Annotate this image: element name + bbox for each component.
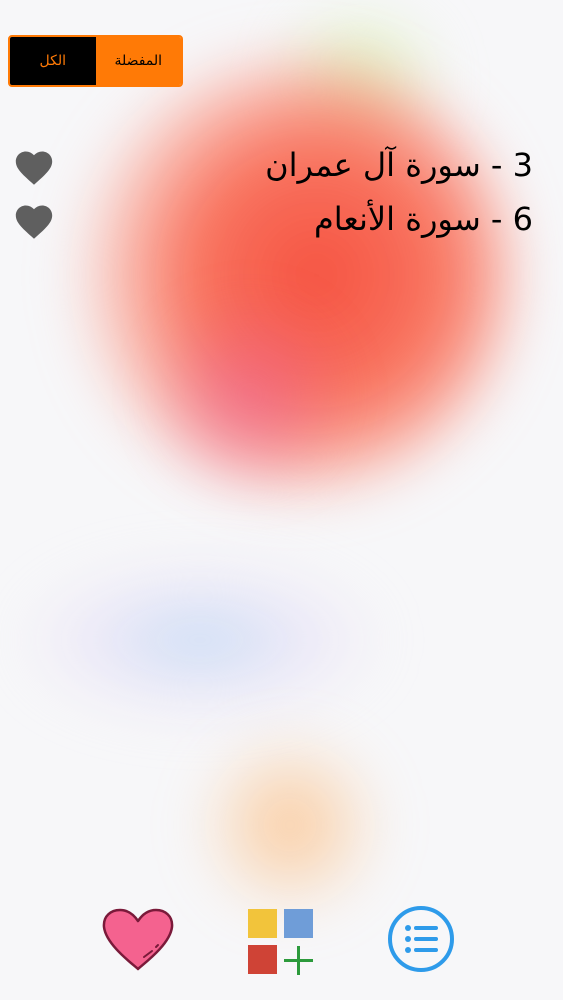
list-item[interactable]: 3 - سورة آل عمران	[0, 138, 563, 192]
background-blob-orange	[190, 730, 390, 920]
background-blob-pink	[140, 300, 360, 490]
filter-segmented-control: الكل المفضلة	[8, 35, 183, 87]
heart-icon[interactable]	[12, 146, 56, 186]
list-item[interactable]: 6 - سورة الأنعام	[0, 192, 563, 246]
surah-label: 3 - سورة آل عمران	[265, 146, 533, 184]
apps-grid-plus-icon[interactable]	[244, 905, 318, 977]
favorites-heart-icon[interactable]	[100, 907, 176, 973]
favorites-list: 3 - سورة آل عمران 6 - سورة الأنعام	[0, 138, 563, 246]
filter-favorites-tab[interactable]: المفضلة	[95, 37, 181, 85]
background-blob-blue	[20, 560, 380, 720]
bottom-toolbar	[0, 895, 563, 995]
heart-icon[interactable]	[12, 200, 56, 240]
surah-label: 6 - سورة الأنعام	[313, 200, 533, 238]
filter-all-tab[interactable]: الكل	[10, 37, 96, 85]
list-icon[interactable]	[385, 903, 457, 975]
